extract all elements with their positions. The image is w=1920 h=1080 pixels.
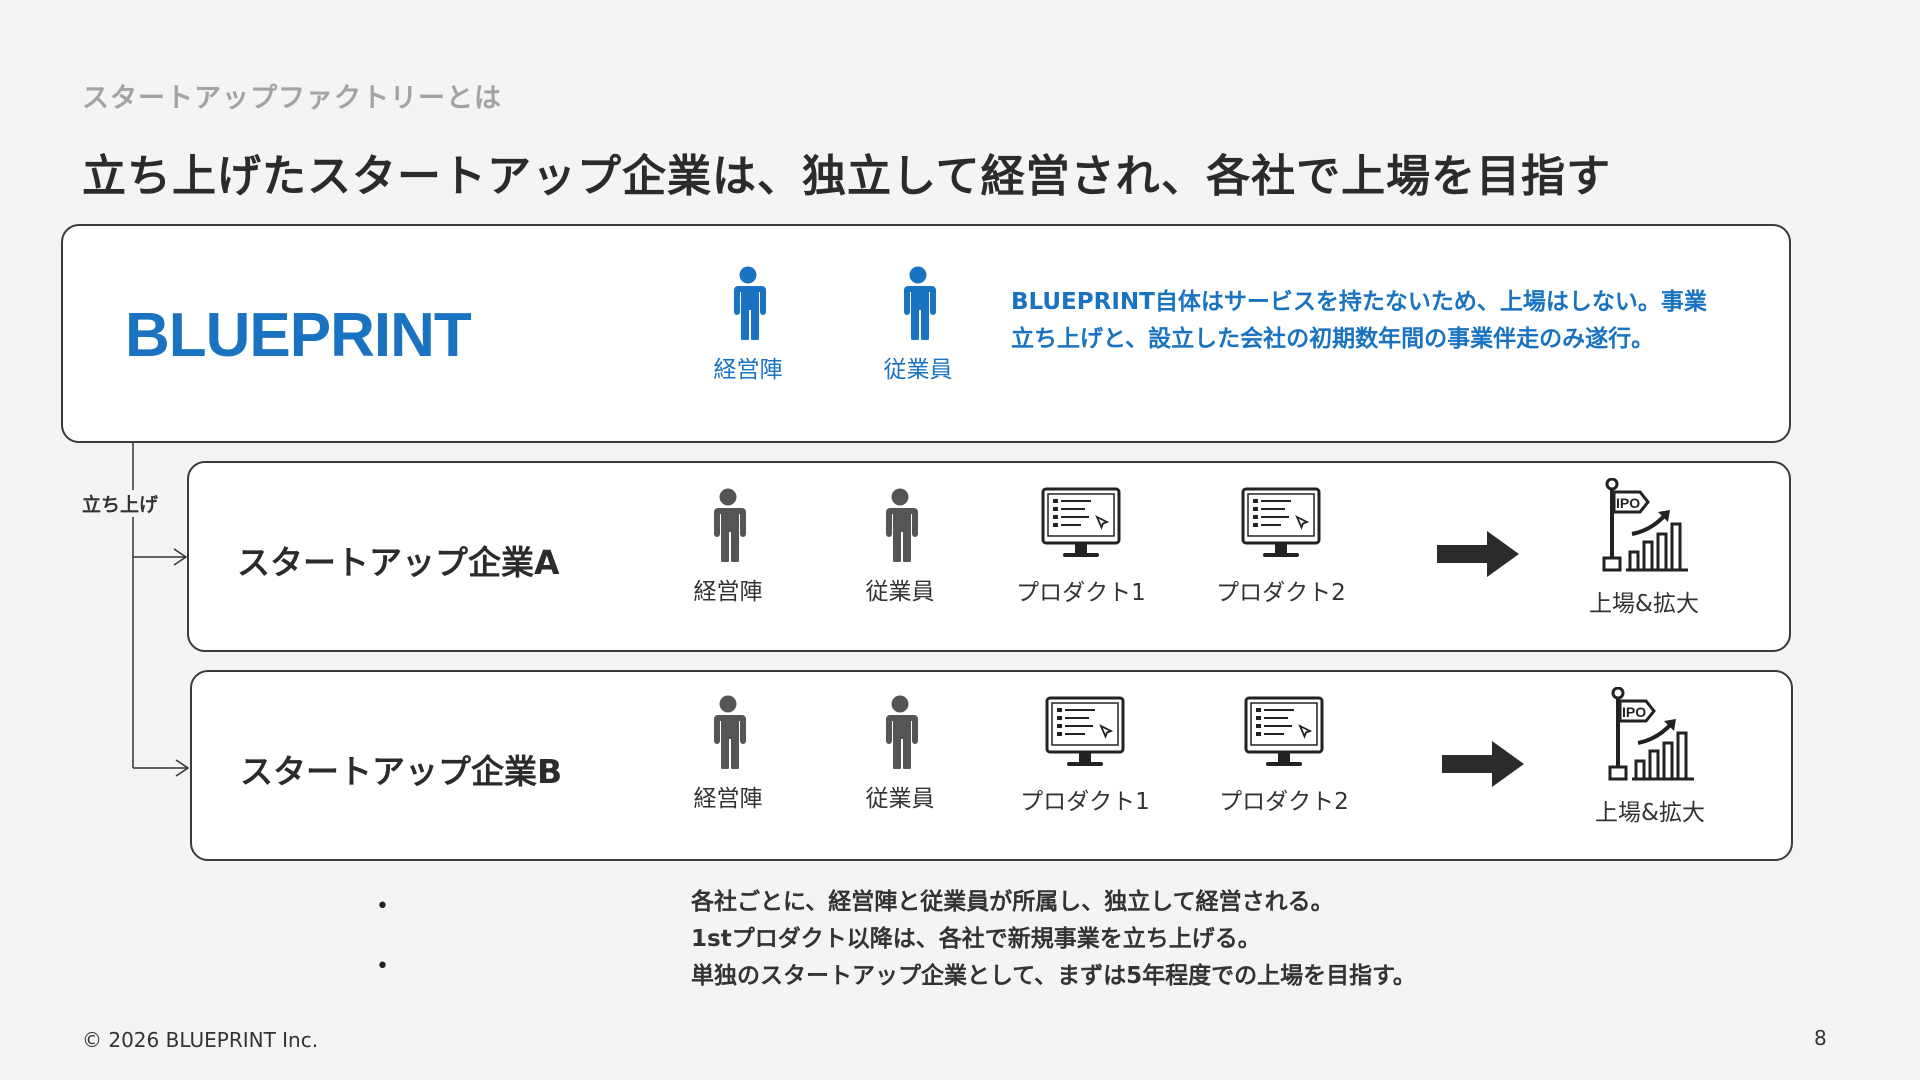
ipo-badge: IPO <box>1622 704 1646 720</box>
person-icon <box>886 488 918 564</box>
company-name: スタートアップ企業A <box>237 543 560 582</box>
role-employees: 従業員 <box>840 488 960 606</box>
goal-label: 上場&拡大 <box>1589 591 1699 617</box>
person-icon <box>904 266 936 342</box>
goal-block: IPO 上場&拡大 <box>1569 477 1719 618</box>
page-number: 8 <box>1814 1026 1827 1050</box>
arrow-right-icon <box>1442 741 1524 787</box>
ipo-badge: IPO <box>1616 495 1640 511</box>
bullet-marker: • <box>376 954 389 979</box>
product-label: プロダクト2 <box>1216 580 1346 606</box>
company-name: スタートアップ企業B <box>240 752 563 791</box>
note-line: 単独のスタートアップ企業として、まずは5年程度での上場を目指す。 <box>691 963 1416 989</box>
arrow-right-icon <box>1437 531 1519 577</box>
role-label: 経営陣 <box>693 786 763 812</box>
person-icon <box>886 695 918 771</box>
blueprint-role-label: 経営陣 <box>713 357 783 383</box>
product-2: プロダクト2 <box>1201 487 1361 607</box>
goal-label: 上場&拡大 <box>1595 800 1705 826</box>
product-2: プロダクト2 <box>1204 696 1364 816</box>
monitor-icon <box>1244 696 1324 766</box>
product-1: プロダクト1 <box>1005 696 1165 816</box>
role-label: 従業員 <box>865 786 935 812</box>
blueprint-description: BLUEPRINT自体はサービスを持たないため、上場はしない。事業立ち上げと、設… <box>1011 289 1707 352</box>
person-icon <box>714 488 746 564</box>
bullet-marker: • <box>376 894 389 919</box>
ipo-growth-icon: IPO <box>1602 477 1688 572</box>
product-label: プロダクト2 <box>1219 789 1349 815</box>
product-label: プロダクト1 <box>1016 580 1146 606</box>
blueprint-logo: BLUEPRINT <box>125 301 472 370</box>
role-label: 従業員 <box>865 579 935 605</box>
blueprint-role-label: 従業員 <box>883 357 953 383</box>
role-management: 経営陣 <box>668 695 788 813</box>
product-1: プロダクト1 <box>1001 487 1161 607</box>
note-line: 1stプロダクト以降は、各社で新規事業を立ち上げる。 <box>691 926 1261 952</box>
company-panel-b: スタートアップ企業B 経営陣 従業員 プロダクト1 プロダクト2 IPO 上場&… <box>190 670 1793 861</box>
monitor-icon <box>1045 696 1125 766</box>
note-line: 各社ごとに、経営陣と従業員が所属し、独立して経営される。 <box>691 889 1334 915</box>
monitor-icon <box>1041 487 1121 557</box>
monitor-icon <box>1241 487 1321 557</box>
role-label: 経営陣 <box>693 579 763 605</box>
role-employees: 従業員 <box>840 695 960 813</box>
blueprint-role-employees: 従業員 <box>853 266 983 384</box>
company-panel-a: スタートアップ企業A 経営陣 従業員 プロダクト1 プロダクト2 IPO 上場&… <box>187 461 1791 652</box>
ipo-growth-icon: IPO <box>1608 686 1694 781</box>
notes-block: 各社ごとに、経営陣と従業員が所属し、独立して経営される。 1stプロダクト以降は… <box>691 884 1416 995</box>
person-icon <box>714 695 746 771</box>
goal-block: IPO 上場&拡大 <box>1575 686 1725 827</box>
role-management: 経営陣 <box>668 488 788 606</box>
product-label: プロダクト1 <box>1020 789 1150 815</box>
copyright: © 2026 BLUEPRINT Inc. <box>82 1028 319 1052</box>
blueprint-role-management: 経営陣 <box>683 266 813 384</box>
blueprint-panel: BLUEPRINT 経営陣 従業員 BLUEPRINT自体はサービスを持たないた… <box>61 224 1791 443</box>
person-icon <box>734 266 766 342</box>
launch-label: 立ち上げ <box>80 490 161 517</box>
